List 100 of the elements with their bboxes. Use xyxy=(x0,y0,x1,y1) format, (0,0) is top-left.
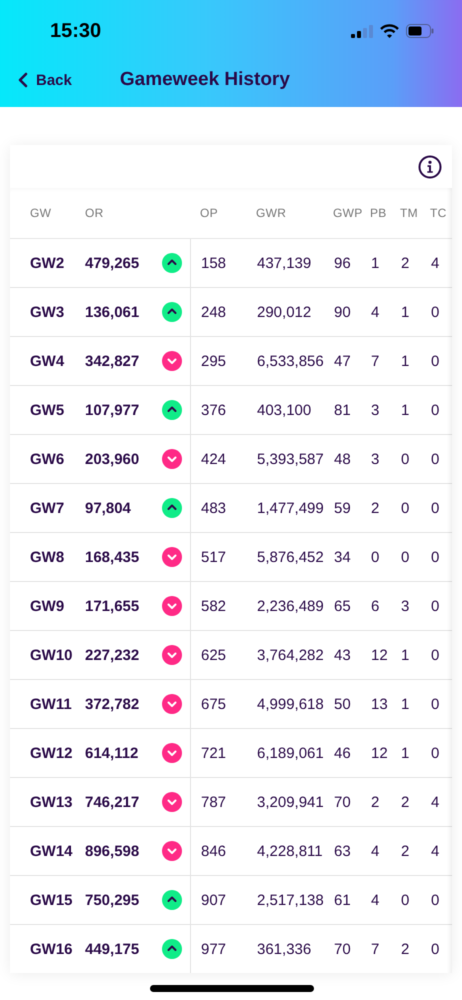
table-cell-text: 290,012 xyxy=(257,304,312,320)
table-cell-text: 2 xyxy=(371,500,380,516)
table-cell-text: 43 xyxy=(334,646,352,664)
page-title: Gameweek History xyxy=(120,69,290,91)
table-cell-text: 4 xyxy=(371,892,380,908)
table-cell: 295 xyxy=(190,337,257,385)
table-cell-text: 342,827 xyxy=(85,352,140,370)
table-cell-text: 0 xyxy=(401,892,410,908)
table-cell-text: 0 xyxy=(431,940,440,958)
table-cell-text: 0 xyxy=(431,646,440,664)
table-cell-text: 0 xyxy=(431,696,440,712)
table-cell-text: 746,217 xyxy=(85,794,140,810)
table-cell-text: 168,435 xyxy=(85,548,140,566)
table-cell-text: GW4 xyxy=(30,352,66,370)
table-cell-text: 107,977 xyxy=(85,402,140,418)
table-cell-text: 3,209,941 xyxy=(257,794,325,810)
table-cell-text: 1 xyxy=(401,744,410,762)
table-cell-text: 12 xyxy=(371,744,389,762)
signal-icon xyxy=(351,24,373,38)
table-cell-text: 6 xyxy=(371,598,380,614)
table-cell-text: 70 xyxy=(334,940,352,958)
table-cell-text: 437,139 xyxy=(257,254,312,272)
table-cell-text: 6,189,061 xyxy=(257,744,325,762)
table-cell-text: 48 xyxy=(334,450,352,468)
table-cell-text: 2 xyxy=(401,794,410,810)
table-cell-text: 2 xyxy=(401,254,410,272)
table-cell-text: 2 xyxy=(401,842,410,860)
table-cell-text: 65 xyxy=(334,598,352,614)
table-cell-text: GW2 xyxy=(30,254,66,272)
table-cell-text: 47 xyxy=(334,352,352,370)
wifi-icon xyxy=(380,24,399,38)
chevron-left-icon xyxy=(18,72,28,88)
table-cell: 977 xyxy=(190,925,257,973)
table-cell-text: 46 xyxy=(334,744,352,762)
table-cell: 517 xyxy=(190,533,257,581)
table-cell-text: 4,228,811 xyxy=(257,842,324,860)
table-cell-text: 0 xyxy=(431,892,440,908)
table-cell-text: 13 xyxy=(371,696,389,712)
table-cell-text: 171,655 xyxy=(85,598,140,614)
table-cell: 907 xyxy=(190,876,257,924)
table-cell: 787 xyxy=(190,778,257,826)
table-cell-text: 227,232 xyxy=(85,646,140,664)
table-cell-text: 1 xyxy=(401,646,410,664)
table-cell-text: GW7 xyxy=(30,500,66,516)
table-cell-text: 614,112 xyxy=(85,744,140,762)
table-cell-text: GW3 xyxy=(30,304,66,320)
table-cell-text: 81 xyxy=(334,402,352,418)
table-cell: 376 xyxy=(190,386,257,434)
table-cell-text: 2 xyxy=(401,940,410,958)
table-cell-text: 449,175 xyxy=(85,940,140,958)
status-time: 15:30 xyxy=(50,20,102,42)
table-cell: 625 xyxy=(190,631,257,679)
table-cell-text: 4 xyxy=(431,254,440,272)
table-cell-text: 3 xyxy=(371,450,380,468)
table-cell-text: GW9 xyxy=(30,598,66,614)
column-header: OP xyxy=(199,206,219,220)
table-cell-text: GW15 xyxy=(30,892,74,908)
table-cell-text: 5,393,587 xyxy=(257,450,325,468)
table-cell: 582 xyxy=(190,582,257,630)
table-cell-text: 136,061 xyxy=(85,304,140,320)
table-cell: 424 xyxy=(190,435,257,483)
table-cell-text: 34 xyxy=(334,548,352,566)
battery-icon xyxy=(406,24,434,38)
table-cell-text: GW16 xyxy=(30,940,74,958)
table-cell-text: 61 xyxy=(334,892,352,908)
table-cell-text: 0 xyxy=(431,598,440,614)
table-cell-text: GW10 xyxy=(30,646,74,664)
table-cell-text: 1 xyxy=(401,402,410,418)
table-cell: 158 xyxy=(190,239,257,287)
table-cell-text: 750,295 xyxy=(85,892,140,908)
table-cell-text: GW11 xyxy=(30,696,73,712)
back-button[interactable]: Back xyxy=(18,72,72,88)
table-cell-text: 6,533,856 xyxy=(257,352,325,370)
table-cell-text: 0 xyxy=(431,450,440,468)
table-cell-text: 2 xyxy=(371,794,380,810)
table-cell-text: 0 xyxy=(371,548,380,566)
table-cell-text: 479,265 xyxy=(85,254,140,272)
table-cell-text: GW14 xyxy=(30,842,74,860)
table-cell-text: GW12 xyxy=(30,744,74,762)
table-cell-text: GW5 xyxy=(30,402,66,418)
info-icon[interactable] xyxy=(418,154,442,178)
table-cell-text: 3,764,282 xyxy=(257,646,325,664)
table-cell-text: 203,960 xyxy=(85,450,140,468)
table-cell-text: 12 xyxy=(371,646,389,664)
column-header: GWR xyxy=(256,206,288,220)
table-cell-text: GW6 xyxy=(30,450,66,468)
table-cell-text: 0 xyxy=(401,500,410,516)
table-cell-text: 5,876,452 xyxy=(257,548,325,566)
table-cell-text: 0 xyxy=(431,304,440,320)
table-cell-text: 0 xyxy=(401,548,410,566)
table-cell-text: 0 xyxy=(431,352,440,370)
table-cell-text: 3 xyxy=(371,402,380,418)
column-header: GWP xyxy=(333,206,364,220)
table-cell-text: 1,477,499 xyxy=(257,500,325,516)
column-header: OR xyxy=(85,206,105,220)
table-cell-text: 0 xyxy=(431,744,440,762)
table-cell-text: 4 xyxy=(431,842,440,860)
table-cell-text: 896,598 xyxy=(85,842,140,860)
table-cell-text: 372,782 xyxy=(85,696,140,712)
table-cell: 483 xyxy=(190,484,257,532)
